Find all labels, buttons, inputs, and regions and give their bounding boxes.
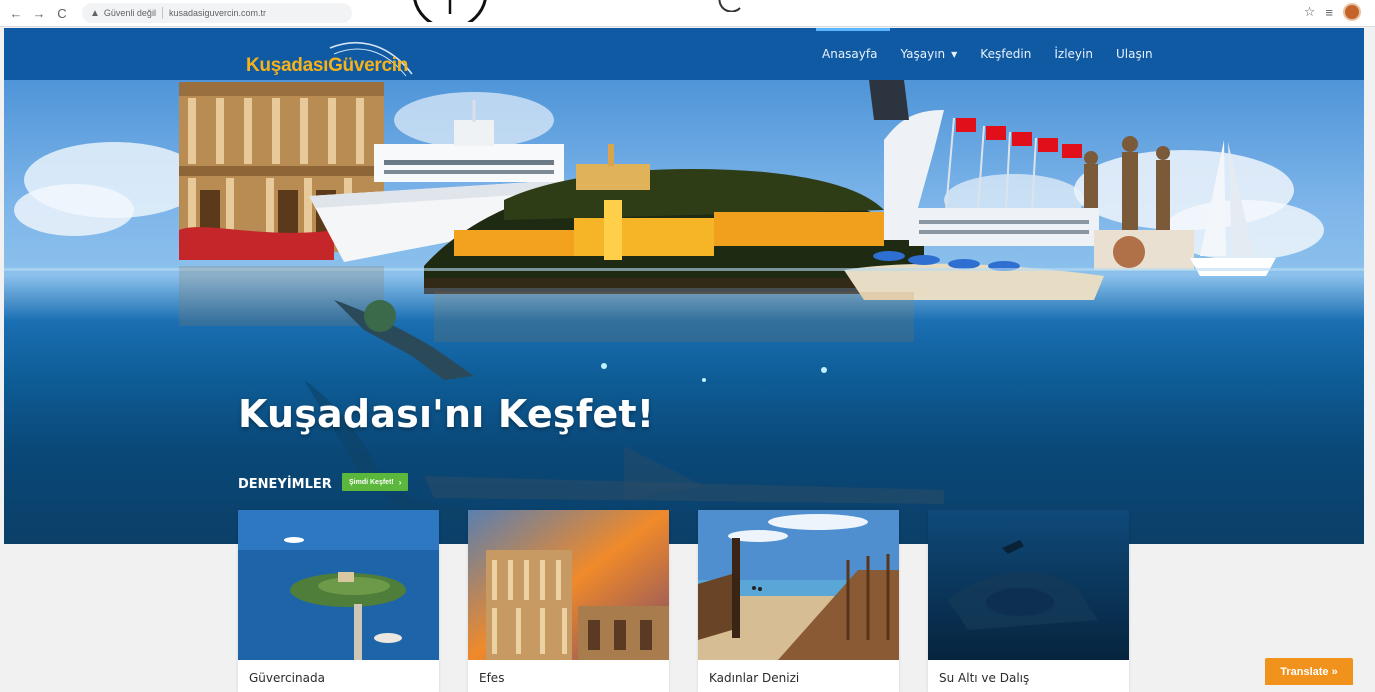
hero-collage-image [4, 80, 1364, 520]
discover-button-label: Şimdi Keşfet! [349, 478, 394, 486]
security-label: Güvenli değil [103, 8, 156, 18]
address-bar[interactable]: ▲ Güvenli değil kusadasiguvercin.com.tr [82, 3, 352, 23]
nav-item-label: Yaşayın [900, 47, 946, 61]
profile-avatar[interactable] [1343, 3, 1361, 21]
address-divider [161, 7, 163, 19]
active-nav-indicator [816, 28, 890, 31]
nav-item-anasayfa[interactable]: Anasayfa [822, 47, 877, 61]
reading-list-icon[interactable]: ≡ [1325, 5, 1333, 20]
browser-toolbar: ← → C ▲ Güvenli değil kusadasiguvercin.c… [0, 0, 1375, 27]
beach-pier-photo [698, 510, 899, 660]
back-arrow-icon[interactable]: ← [6, 3, 26, 23]
translate-button[interactable]: Translate » [1265, 658, 1353, 685]
url-text[interactable]: kusadasiguvercin.com.tr [169, 8, 266, 18]
globe-fragment-icon [718, 0, 741, 12]
card-guvercinada[interactable]: Güvercinada [238, 510, 439, 692]
card-su-alti-ve-dalis[interactable]: Su Altı ve Dalış [928, 510, 1129, 692]
island-photo [238, 510, 439, 660]
hero-title: Kuşadası'nı Keşfet! [238, 392, 655, 436]
main-nav: Anasayfa Yaşayın ▼ Keşfedin İzleyin Ulaşı… [822, 47, 1153, 61]
warning-icon[interactable]: ▲ [90, 8, 100, 19]
chevron-right-icon: › [398, 477, 402, 487]
nav-item-ulasin[interactable]: Ulaşın [1116, 47, 1153, 61]
card-title: Efes [479, 671, 505, 685]
globe-icon [413, 0, 487, 22]
caret-down-icon: ▼ [951, 50, 958, 59]
forward-arrow-icon[interactable]: → [29, 3, 49, 23]
card-title: Kadınlar Denizi [709, 671, 800, 685]
site-logo[interactable]: KuşadasıGüvercin [246, 55, 408, 77]
site-header: KuşadasıGüvercin Anasayfa Yaşayın ▼ Keşfe… [4, 28, 1364, 80]
card-title: Su Altı ve Dalış [939, 671, 1030, 685]
card-efes[interactable]: Efes [468, 510, 669, 692]
nav-item-kesfedin[interactable]: Keşfedin [980, 47, 1031, 61]
card-kadinlar-denizi[interactable]: Kadınlar Denizi [698, 510, 899, 692]
hero-banner: Kuşadası'nı Keşfet! DENEYİMLER Şimdi Keş… [4, 80, 1364, 544]
ephesus-library-photo [468, 510, 669, 660]
underwater-wreck-photo [928, 510, 1129, 660]
nav-item-yasayin[interactable]: Yaşayın ▼ [900, 47, 957, 61]
reload-icon[interactable]: C [52, 3, 72, 23]
experiences-label: DENEYİMLER [238, 477, 332, 492]
bookmark-star-icon[interactable]: ☆ [1304, 4, 1316, 20]
card-title: Güvercinada [249, 671, 325, 685]
nav-item-izleyin[interactable]: İzleyin [1054, 47, 1093, 61]
discover-now-button[interactable]: Şimdi Keşfet! › [342, 473, 409, 491]
